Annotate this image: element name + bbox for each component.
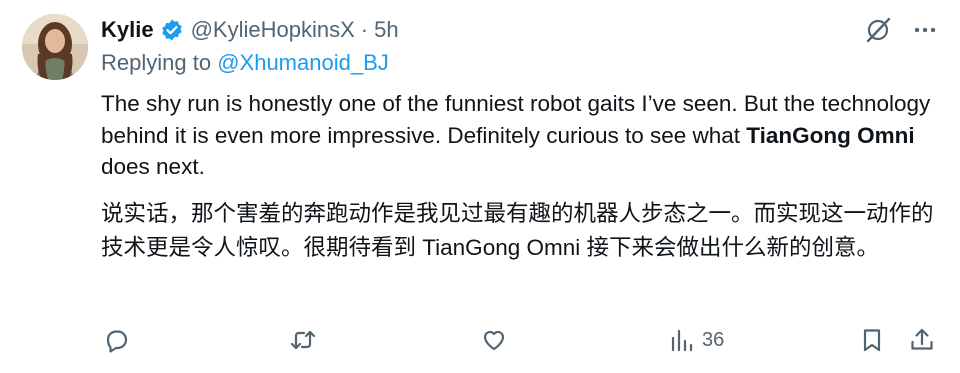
replying-mention-link[interactable]: @Xhumanoid_BJ [217,50,389,75]
tweet-top-actions [864,16,938,44]
tweet-text-chinese: 说实话，那个害羞的奔跑动作是我见过最有趣的机器人步态之一。而实现这一动作的技术更… [101,201,934,260]
like-button[interactable] [480,326,508,354]
avatar[interactable] [22,14,88,80]
retweet-button[interactable] [289,326,317,354]
views-button[interactable]: 36 [668,326,724,354]
separator-dot: · [360,17,369,42]
more-icon[interactable] [912,17,938,43]
retweet-icon [289,326,317,354]
timestamp[interactable]: 5h [374,17,398,43]
share-icon [908,326,936,354]
author-handle[interactable]: @KylieHopkinsX [191,17,355,43]
reply-button[interactable] [103,326,131,354]
views-icon [668,326,696,354]
tweet-header: Kylie @KylieHopkinsX · 5h [101,14,399,46]
avatar-image [22,14,88,80]
tweet-text-part-2: does next. [101,154,205,179]
share-button[interactable] [908,326,936,354]
grok-icon[interactable] [864,16,892,44]
replying-prefix: Replying to [101,50,212,75]
tweet-text-bold: TianGong Omni [746,122,915,148]
views-count: 36 [702,328,725,351]
author-name[interactable]: Kylie [101,17,154,43]
tweet-text-english: The shy run is honestly one of the funni… [101,88,931,183]
tweet-action-bar: 36 [0,320,960,364]
bookmark-icon [858,326,886,354]
bookmark-button[interactable] [858,326,886,354]
reply-icon [103,326,131,354]
replying-to: Replying to @Xhumanoid_BJ [101,50,389,76]
verified-badge-icon [160,18,184,42]
like-icon [480,326,508,354]
